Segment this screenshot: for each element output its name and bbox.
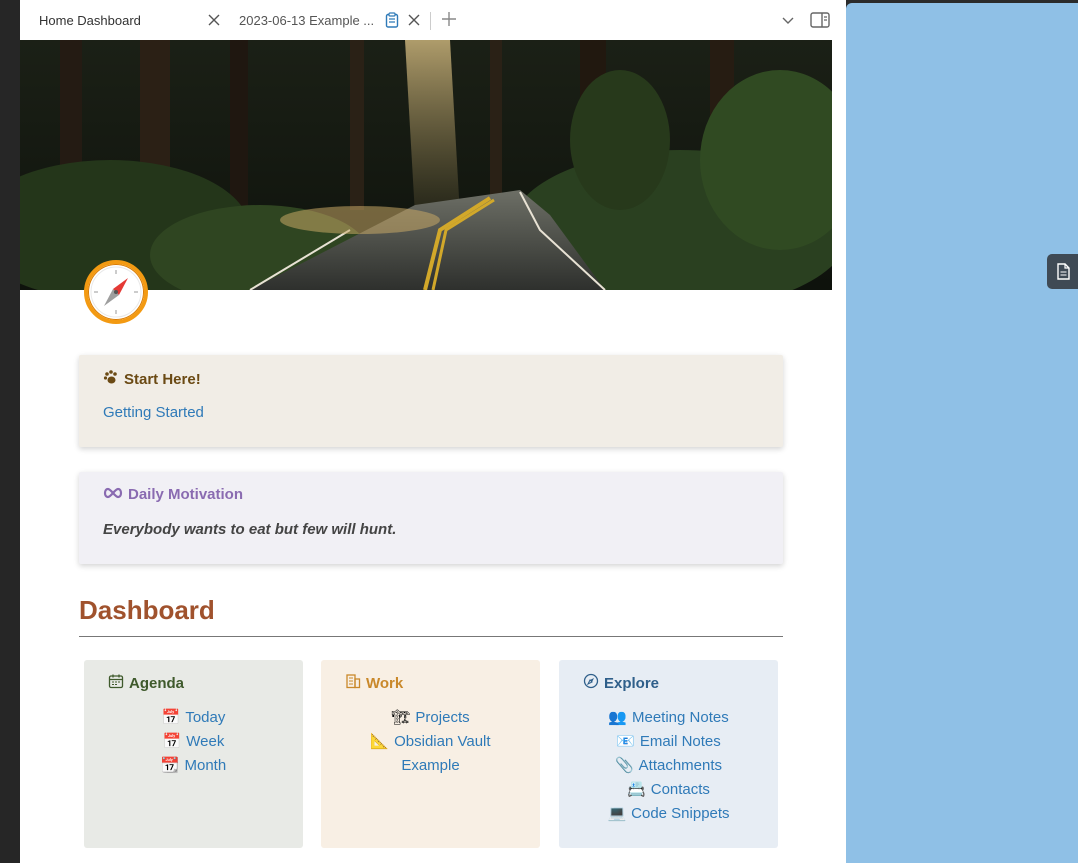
laptop-emoji-icon: 💻 xyxy=(607,805,627,822)
chevron-down-icon[interactable] xyxy=(780,12,796,28)
card-explore: Explore 👥 Meeting Notes 📧 Email Notes 📎 … xyxy=(559,660,778,848)
calendar-icon xyxy=(108,673,124,693)
link-week[interactable]: 📅 Week xyxy=(84,729,303,753)
compass-icon xyxy=(583,673,599,693)
infinity-icon xyxy=(103,486,123,503)
link-obsidian-vault-example[interactable]: 📐 Obsidian Vault xyxy=(321,729,540,753)
link-text[interactable]: Email Notes xyxy=(640,733,721,750)
link-text[interactable]: Month xyxy=(184,757,226,774)
triangle-ruler-emoji-icon: 📐 xyxy=(370,733,390,750)
left-window-edge xyxy=(0,0,20,863)
getting-started-link[interactable]: Getting Started xyxy=(103,404,204,421)
paperclip-emoji-icon: 📎 xyxy=(614,757,634,774)
link-text[interactable]: Meeting Notes xyxy=(632,709,729,726)
calendar-emoji-icon: 📅 xyxy=(161,709,181,726)
link-text[interactable]: Contacts xyxy=(651,781,710,798)
tab-example-note[interactable]: 2023-06-13 Example ... xyxy=(232,0,432,40)
callout-daily-motivation: Daily Motivation Everybody wants to eat … xyxy=(79,472,783,564)
building-icon xyxy=(345,673,361,693)
callout-start-here: Start Here! Getting Started xyxy=(79,355,783,447)
tab-close-icon[interactable] xyxy=(206,12,222,28)
link-today[interactable]: 📅 Today xyxy=(84,705,303,729)
card-link-list: 👥 Meeting Notes 📧 Email Notes 📎 Attachme… xyxy=(559,705,778,825)
calendar-emoji-icon: 📅 xyxy=(162,733,182,750)
link-projects[interactable]: 🏗 Projects xyxy=(321,705,540,729)
card-title-text: Explore xyxy=(604,674,660,692)
paw-icon xyxy=(103,369,119,389)
tab-home-dashboard[interactable]: Home Dashboard xyxy=(20,0,232,40)
link-text[interactable]: Attachments xyxy=(639,757,722,774)
callout-title-text: Daily Motivation xyxy=(128,486,244,503)
card-agenda: Agenda 📅 Today 📅 Week 📆 Month xyxy=(84,660,303,848)
link-code-snippets[interactable]: 💻 Code Snippets xyxy=(559,801,778,825)
card-title-text: Work xyxy=(366,674,404,692)
callout-title-text: Start Here! xyxy=(124,370,201,388)
email-emoji-icon: 📧 xyxy=(616,733,635,750)
new-tab-plus-icon[interactable] xyxy=(440,10,458,30)
link-text[interactable]: Week xyxy=(186,733,224,750)
link-text[interactable]: Obsidian Vault xyxy=(394,733,490,750)
link-text[interactable]: Code Snippets xyxy=(631,805,729,822)
card-work: Work 🏗 Projects 📐 Obsidian Vault Example xyxy=(321,660,540,848)
motivation-quote: Everybody wants to eat but few will hunt… xyxy=(103,521,397,538)
link-obsidian-vault-example-wrap[interactable]: Example xyxy=(321,753,540,777)
link-month[interactable]: 📆 Month xyxy=(84,753,303,777)
callout-title: Start Here! xyxy=(103,369,201,389)
callout-title: Daily Motivation xyxy=(103,486,243,503)
rolodex-emoji-icon: 📇 xyxy=(627,781,646,798)
clipboard-icon[interactable] xyxy=(384,12,400,28)
calendar-emoji-icon: 📆 xyxy=(160,757,180,774)
page-heading-dashboard: Dashboard xyxy=(79,595,215,625)
getting-started-link-text[interactable]: Getting Started xyxy=(103,404,204,421)
pane-gap xyxy=(832,0,846,863)
heading-divider xyxy=(79,636,783,637)
sidebar-toggle-icon[interactable] xyxy=(810,11,830,29)
file-icon[interactable] xyxy=(1047,254,1078,289)
tab-bar: Home Dashboard 2023-06-13 Example ... xyxy=(20,0,832,40)
safari-compass-icon xyxy=(84,260,148,324)
card-link-list: 🏗 Projects 📐 Obsidian Vault Example xyxy=(321,705,540,777)
editor-pane: Home Dashboard 2023-06-13 Example ... St… xyxy=(20,0,832,863)
people-emoji-icon: 👥 xyxy=(608,709,627,726)
link-text[interactable]: Example xyxy=(401,757,459,774)
link-contacts[interactable]: 📇 Contacts xyxy=(559,777,778,801)
link-email-notes[interactable]: 📧 Email Notes xyxy=(559,729,778,753)
tab-title: Home Dashboard xyxy=(39,12,141,28)
card-link-list: 📅 Today 📅 Week 📆 Month xyxy=(84,705,303,777)
link-text[interactable]: Today xyxy=(185,709,225,726)
tab-title: 2023-06-13 Example ... xyxy=(239,12,375,28)
construction-emoji-icon: 🏗 xyxy=(391,709,411,726)
card-title: Agenda xyxy=(108,673,184,693)
card-title: Explore xyxy=(583,673,659,693)
right-side-pane xyxy=(846,3,1078,863)
tab-close-icon[interactable] xyxy=(406,12,422,28)
card-title-text: Agenda xyxy=(129,674,185,692)
card-title: Work xyxy=(345,673,403,693)
link-meeting-notes[interactable]: 👥 Meeting Notes xyxy=(559,705,778,729)
link-attachments[interactable]: 📎 Attachments xyxy=(559,753,778,777)
link-text[interactable]: Projects xyxy=(415,709,469,726)
tab-divider xyxy=(430,12,431,30)
banner-image-forest-road xyxy=(20,40,832,290)
